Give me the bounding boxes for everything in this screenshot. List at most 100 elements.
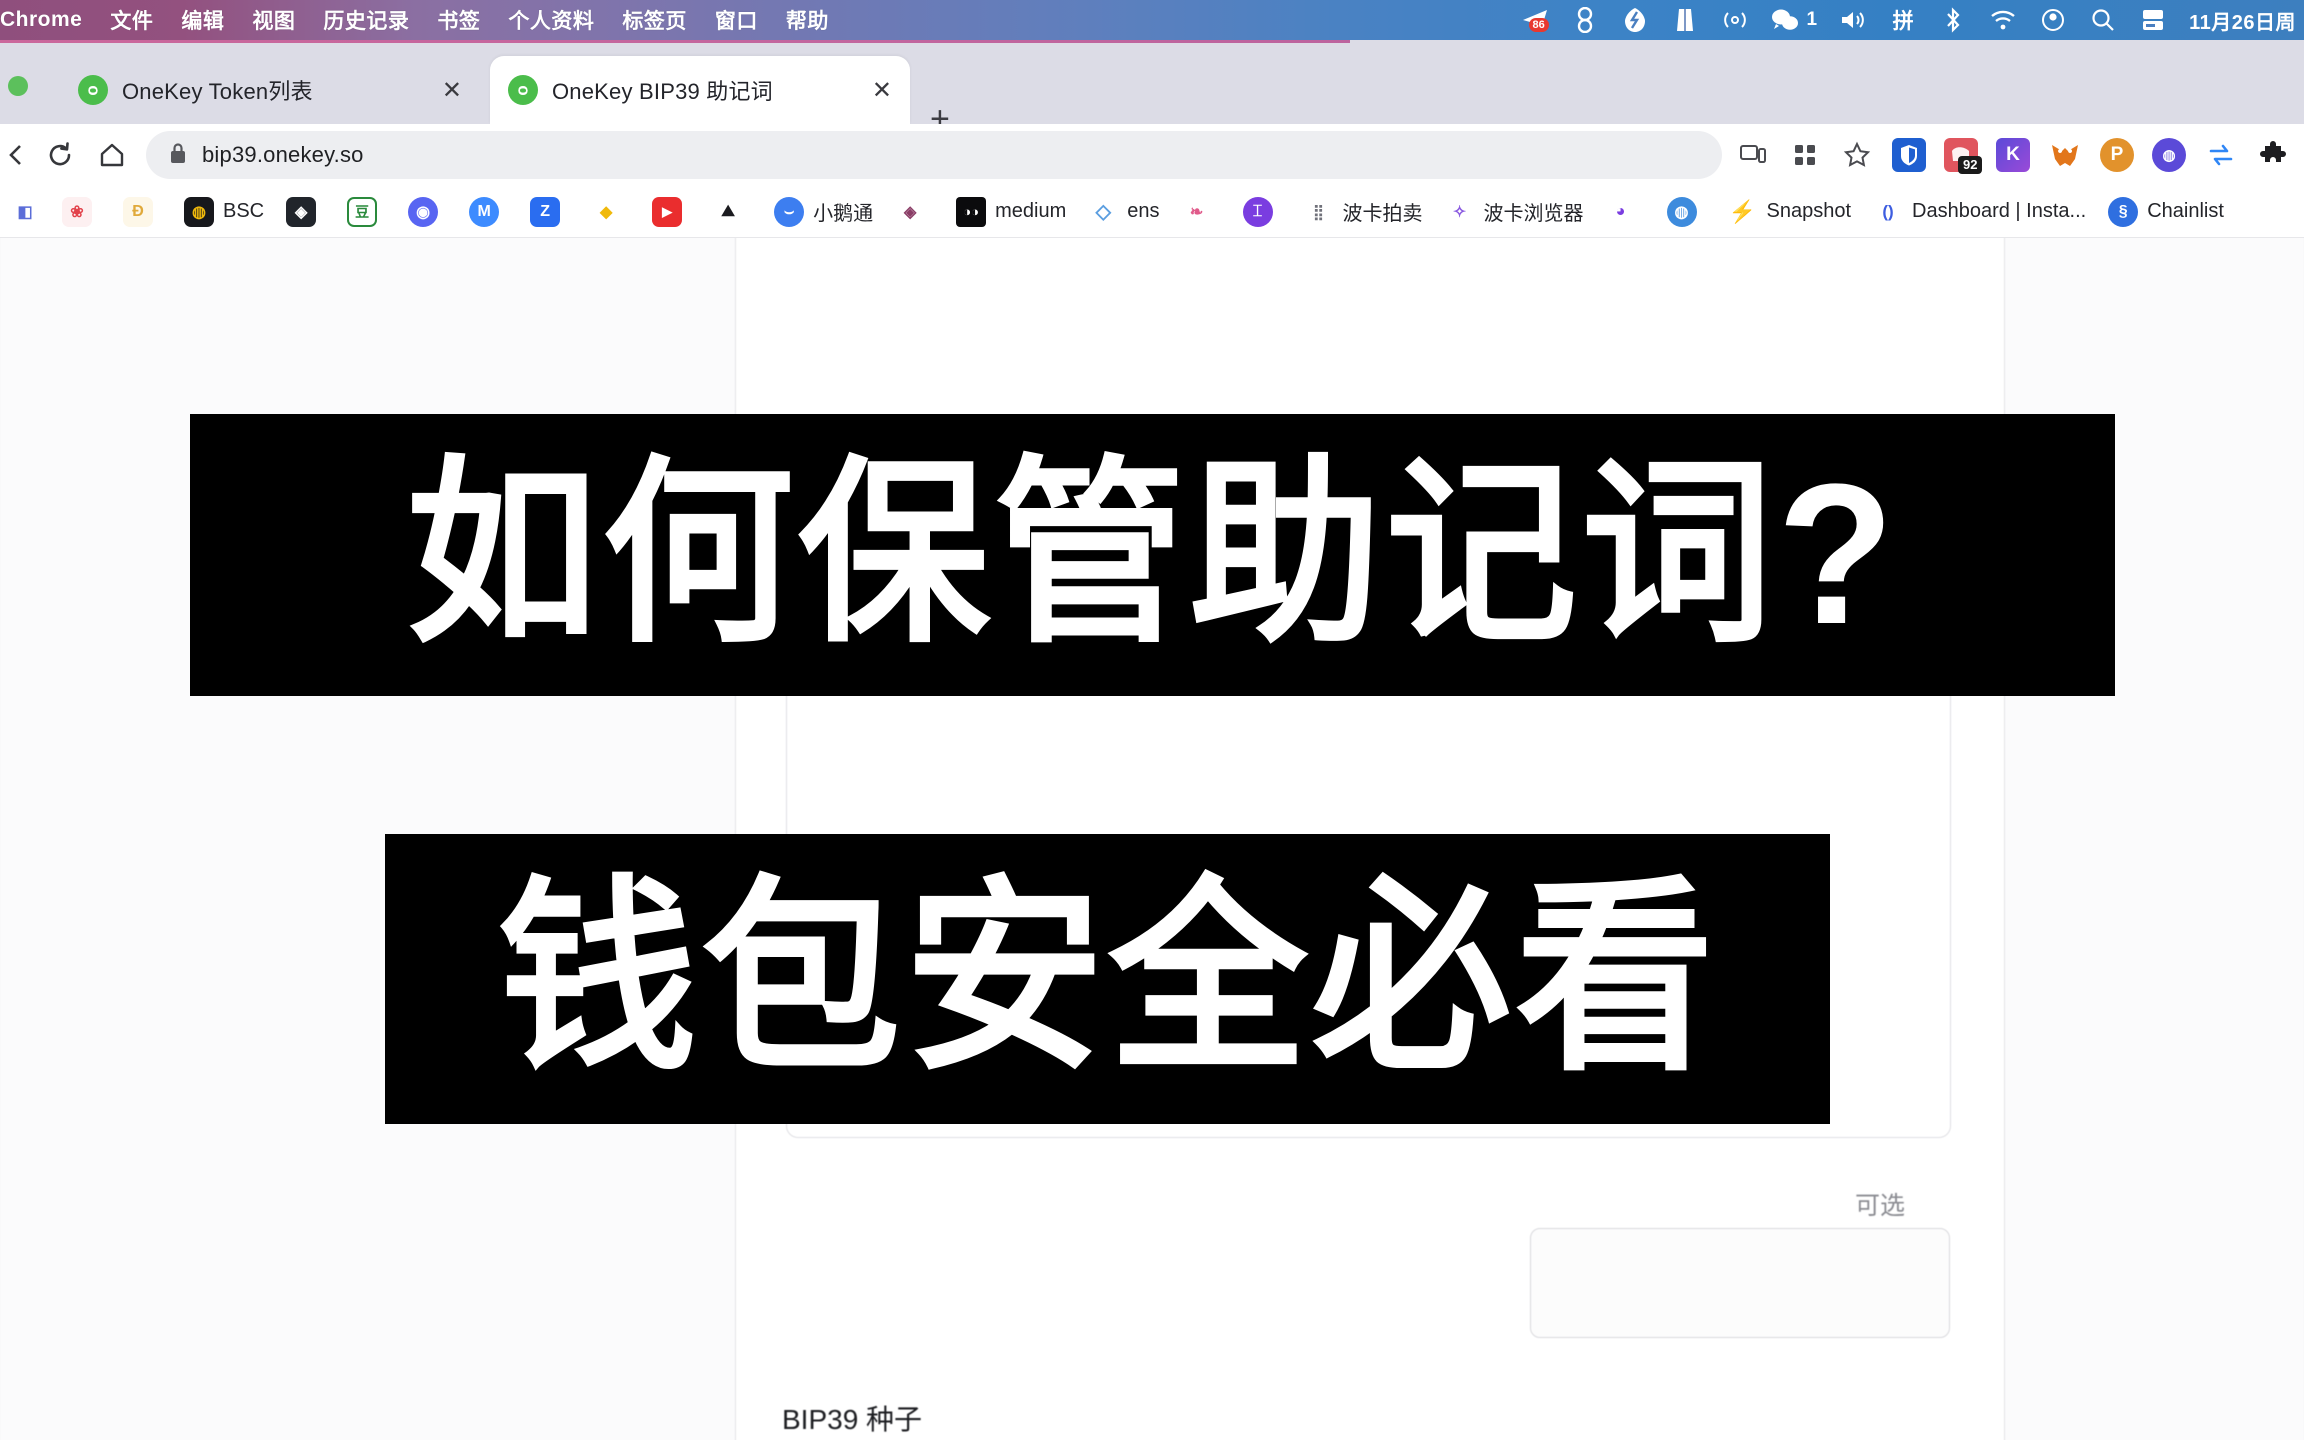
menu-bar-items: Chrome 文件 编辑 视图 历史记录 书签 个人资料 标签页 窗口 帮助 (0, 5, 843, 35)
bookmark-item-etherscan[interactable]: ◈ (275, 196, 336, 227)
bookmark-label: Chainlist (2147, 200, 2224, 222)
window-controls[interactable] (8, 76, 28, 96)
chainlist-icon: § (2108, 196, 2139, 227)
phantom-extension-icon[interactable]: P (2100, 138, 2134, 172)
bookmark-item[interactable]: ◧ (6, 197, 51, 227)
tab-onekey-bip39[interactable]: ᴑ OneKey BIP39 助记词 ✕ (490, 56, 910, 124)
onekey-favicon: ᴑ (78, 75, 108, 105)
bookmark-label: 波卡拍卖 (1342, 203, 1423, 225)
menu-item-history[interactable]: 历史记录 (309, 5, 423, 35)
menu-item-profiles[interactable]: 个人资料 (494, 5, 608, 35)
tab-close-icon[interactable]: ✕ (442, 76, 462, 105)
bookmark-item-nansen[interactable]: ◕ (1595, 196, 1656, 227)
lido-icon: ◍ (1666, 196, 1697, 227)
bookmark-item-opensea[interactable]: ◈ (884, 196, 945, 227)
metamask-extension-icon[interactable] (2048, 138, 2082, 172)
overlay-caption-secondary: 钱包安全必看 (385, 834, 1830, 1124)
bookmark-item-nft[interactable]: ⛰ (702, 196, 763, 227)
control-center-icon[interactable] (2039, 6, 2067, 34)
binance-icon: ◆ (591, 196, 622, 227)
bookmark-item-mirror[interactable]: M (458, 196, 519, 227)
bookmark-item-ens[interactable]: ◇ ens (1077, 196, 1170, 227)
overlay-caption-primary: 如何保管助记词? (190, 414, 2115, 696)
menu-item-file[interactable]: 文件 (96, 5, 167, 35)
bookmark-item-lido[interactable]: ◍ (1656, 196, 1717, 227)
menu-item-help[interactable]: 帮助 (772, 5, 843, 35)
bluetooth-icon[interactable] (1939, 6, 1967, 34)
bookmark-item-rainbow[interactable]: ❧ (1171, 196, 1232, 227)
address-bar-url: bip39.onekey.so (202, 142, 364, 167)
optional-input[interactable] (1530, 1228, 1950, 1338)
bsc-scan-icon: ◍ (184, 196, 214, 227)
snapshot-icon: ⚡ (1728, 198, 1757, 224)
zapper-icon: Z (530, 196, 561, 227)
bitwarden-extension-icon[interactable] (1892, 138, 1926, 172)
wifi-icon[interactable] (1989, 6, 2017, 34)
keplr-extension-icon[interactable]: K (1996, 138, 2030, 172)
printer-icon[interactable] (1671, 6, 1699, 34)
tab-title: OneKey Token列表 (122, 79, 313, 104)
bookmark-label: 小鹅通 (813, 203, 874, 225)
optional-label: 可选 (1855, 1192, 1906, 1220)
bookmark-item-binance[interactable]: ◆ (580, 196, 641, 227)
window-zoom-button[interactable] (8, 76, 28, 96)
bookmark-item-weibo[interactable]: ❀ (51, 196, 112, 227)
menu-item-bookmarks[interactable]: 书签 (423, 5, 494, 35)
menu-item-tabs[interactable]: 标签页 (608, 5, 701, 35)
bookmark-item-bsc[interactable]: ◍ BSC (173, 196, 275, 227)
telegram-icon[interactable]: 86 (1521, 6, 1549, 34)
menu-item-chrome[interactable]: Chrome (0, 8, 96, 32)
bookmark-label: Dashboard | Insta... (1912, 200, 2087, 222)
home-icon[interactable] (86, 129, 138, 181)
xiaoetong-icon: ⌣ (774, 196, 805, 227)
bookmark-item-polkadot-auction[interactable]: ⣿ 波卡拍卖 (1293, 196, 1434, 227)
screen-mirroring-icon[interactable] (2139, 6, 2167, 34)
tab-title: OneKey BIP39 助记词 (552, 79, 773, 104)
airdrop-icon[interactable] (1721, 6, 1749, 34)
bookmark-item-dodo[interactable]: Ɖ (112, 196, 173, 227)
sync-extension-icon[interactable] (2204, 138, 2238, 172)
shadowsocks-icon[interactable] (1621, 6, 1649, 34)
opensea-purple-icon: ◈ (895, 196, 926, 227)
address-bar[interactable]: bip39.onekey.so (146, 131, 1722, 179)
mirror-icon: M (469, 196, 500, 227)
macos-menu-bar: Chrome 文件 编辑 视图 历史记录 书签 个人资料 标签页 窗口 帮助 8… (0, 0, 2304, 40)
ens-icon: ◇ (1088, 196, 1119, 227)
tab-onekey-token-list[interactable]: ᴑ OneKey Token列表 ✕ (60, 56, 480, 124)
dropbox-icon[interactable] (1571, 6, 1599, 34)
menu-item-view[interactable]: 视图 (238, 5, 309, 35)
rabby-badge-count: 92 (1958, 156, 1983, 174)
menu-bar-clock[interactable]: 11月26日周 (2189, 6, 2298, 35)
telegram-badge: 86 (1528, 18, 1549, 33)
rabby-wallet-extension-icon[interactable]: 92 (1944, 138, 1983, 174)
sidebar-toggle-icon[interactable]: ◧ (10, 197, 40, 227)
onekey-extension-icon[interactable]: ◍ (2152, 138, 2186, 172)
menu-item-window[interactable]: 窗口 (701, 5, 772, 35)
bookmark-item-instadapp[interactable]: () Dashboard | Insta... (1862, 196, 2097, 227)
input-method-icon[interactable]: 拼 (1889, 6, 1917, 34)
cast-icon[interactable] (1736, 138, 1770, 172)
bookmark-label: medium (995, 200, 1067, 222)
bookmark-item-medium[interactable]: ◑◑ medium (945, 196, 1077, 227)
bookmark-item-douban[interactable]: 豆 (336, 196, 397, 227)
bookmark-item-snapshot[interactable]: ⚡ Snapshot (1717, 197, 1863, 227)
volume-icon[interactable] (1839, 6, 1867, 34)
spotlight-search-icon[interactable] (2089, 6, 2117, 34)
bookmark-item-chainlist[interactable]: § Chainlist (2097, 196, 2235, 227)
back-icon[interactable] (0, 129, 34, 181)
bookmark-item-xiaoetong[interactable]: ⌣ 小鹅通 (763, 196, 884, 227)
bookmark-star-icon[interactable] (1840, 138, 1874, 172)
tab-close-icon[interactable]: ✕ (872, 76, 892, 105)
reload-icon[interactable] (34, 129, 86, 181)
bookmark-item-youtube[interactable]: ▶ (641, 196, 702, 227)
bookmark-item-zapper[interactable]: Z (519, 196, 580, 227)
lock-icon (168, 141, 188, 170)
menu-item-edit[interactable]: 编辑 (167, 5, 238, 35)
bookmark-item-zora[interactable]: ⌶ (1232, 196, 1293, 227)
extensions-puzzle-icon[interactable] (2256, 138, 2290, 172)
qr-code-icon[interactable] (1788, 138, 1822, 172)
douban-icon: 豆 (347, 196, 378, 227)
bookmark-item-polkadot-explorer[interactable]: ✧ 波卡浏览器 (1434, 196, 1595, 227)
wechat-icon[interactable] (1771, 6, 1799, 34)
bookmark-item-discord[interactable]: ◉ (397, 196, 458, 227)
